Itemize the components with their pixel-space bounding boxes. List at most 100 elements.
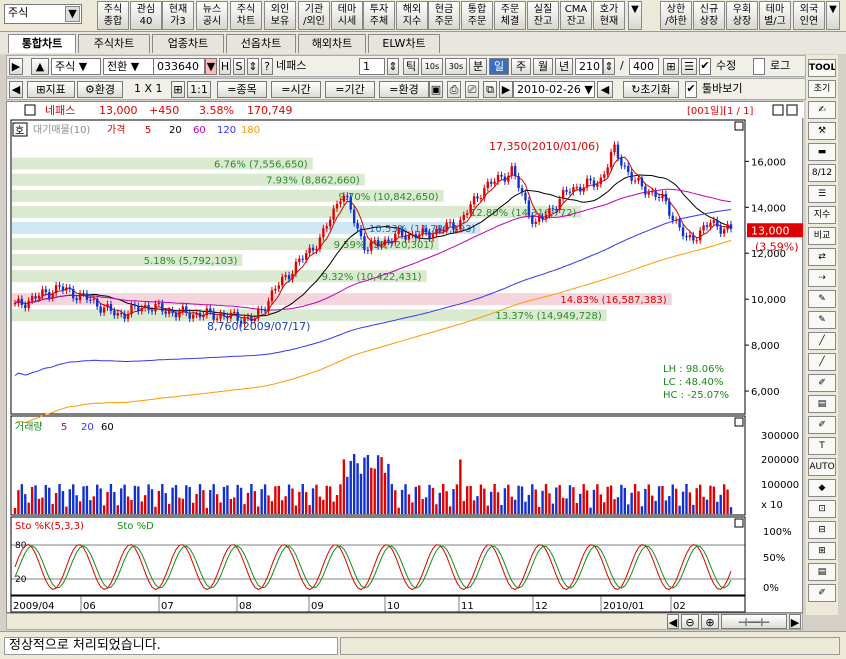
arrow-left-icon[interactable]: ◀ bbox=[9, 81, 23, 98]
right-tool-9[interactable]: ⇄ bbox=[808, 248, 836, 266]
unit-button-6[interactable]: 월 bbox=[533, 58, 553, 75]
top-button-3[interactable]: 뉴스 공시 bbox=[196, 1, 228, 30]
print-icon[interactable]: ⎙ bbox=[447, 81, 461, 98]
right-tool-11[interactable]: ✎ bbox=[808, 290, 836, 308]
count-spin-icon[interactable]: ⇕ bbox=[387, 58, 399, 75]
toolbar-checkbox[interactable]: ✔ bbox=[685, 81, 697, 98]
play-icon[interactable]: ▶ bbox=[499, 81, 513, 98]
scroll-right-icon[interactable]: ▶ bbox=[789, 614, 801, 629]
top-button-10[interactable]: 현금 주문 bbox=[428, 1, 460, 30]
right-tool-4[interactable]: ▬ bbox=[808, 143, 836, 161]
right-tool-23[interactable]: ⊞ bbox=[808, 542, 836, 560]
tab-0[interactable]: 통합차트 bbox=[8, 34, 76, 53]
tab-3[interactable]: 선옵차트 bbox=[226, 34, 296, 53]
prev-icon[interactable]: ◀ bbox=[597, 81, 613, 98]
tab-2[interactable]: 업종차트 bbox=[152, 34, 224, 53]
h-button[interactable]: H bbox=[219, 58, 231, 75]
right-tool-1[interactable]: 초기 bbox=[808, 80, 836, 98]
s-button[interactable]: S bbox=[233, 58, 245, 75]
right-tool-18[interactable]: T bbox=[808, 437, 836, 455]
right-tool-14[interactable]: ╱ bbox=[808, 353, 836, 371]
link-button-2[interactable]: =기간 bbox=[325, 81, 375, 98]
right-tool-8[interactable]: 비교 bbox=[808, 227, 836, 245]
zoom-out-icon[interactable]: ⊖ bbox=[681, 614, 699, 629]
unit-button-4[interactable]: 일 bbox=[489, 58, 509, 75]
right-tool-17[interactable]: ✐ bbox=[808, 416, 836, 434]
unit-button-1[interactable]: 10s bbox=[421, 58, 443, 75]
count-input[interactable]: 1 bbox=[359, 58, 385, 75]
top-button-2[interactable]: 현재 가3 bbox=[162, 1, 194, 30]
toolbar-more-icon[interactable]: ▼ bbox=[628, 1, 642, 30]
spin-icon[interactable]: ⇕ bbox=[247, 58, 259, 75]
top-button-20[interactable]: 외국 인연 bbox=[793, 1, 825, 30]
scroll-thumb[interactable]: ⊣──⊢ bbox=[721, 614, 787, 629]
copy-icon[interactable]: ⧉ bbox=[483, 81, 497, 98]
right-tool-20[interactable]: ◆ bbox=[808, 479, 836, 497]
link-button-0[interactable]: =종목 bbox=[217, 81, 267, 98]
right-tool-24[interactable]: ▤ bbox=[808, 563, 836, 581]
top-button-8[interactable]: 투자 주체 bbox=[363, 1, 395, 30]
right-tool-13[interactable]: ╱ bbox=[808, 332, 836, 350]
right-tool-5[interactable]: 8/12 bbox=[808, 164, 836, 182]
top-button-16[interactable]: 상한 /하한 bbox=[660, 1, 692, 30]
code-dropdown[interactable]: ▼ bbox=[205, 58, 217, 75]
right-tool-16[interactable]: ▤ bbox=[808, 395, 836, 413]
bars-spin-icon[interactable]: ⇕ bbox=[603, 58, 615, 75]
top-button-0[interactable]: 주식 종합 bbox=[97, 1, 129, 30]
right-tool-3[interactable]: ⚒ bbox=[808, 122, 836, 140]
tab-4[interactable]: 해외차트 bbox=[298, 34, 366, 53]
ratio-button[interactable]: 1:1 bbox=[187, 81, 211, 98]
modify-checkbox[interactable]: ✔ bbox=[699, 58, 711, 75]
right-tool-0[interactable]: TOOL bbox=[808, 59, 836, 77]
top-button-6[interactable]: 기관 /외인 bbox=[298, 1, 330, 30]
top-button-4[interactable]: 주식 차트 bbox=[230, 1, 262, 30]
printer-icon[interactable]: ⎚ bbox=[465, 81, 479, 98]
top-button-9[interactable]: 해외 지수 bbox=[396, 1, 428, 30]
log-checkbox[interactable] bbox=[753, 58, 765, 75]
market-select[interactable]: 주식 ▼ bbox=[4, 4, 82, 24]
type-select[interactable]: 주식 ▼ bbox=[51, 58, 101, 75]
right-tool-22[interactable]: ⊟ bbox=[808, 521, 836, 539]
unit-button-3[interactable]: 분 bbox=[469, 58, 487, 75]
reset-button[interactable]: ↻초기화 bbox=[623, 81, 679, 98]
right-tool-15[interactable]: ✐ bbox=[808, 374, 836, 392]
right-tool-25[interactable]: ✐ bbox=[808, 584, 836, 602]
right-tool-12[interactable]: ✎ bbox=[808, 311, 836, 329]
chart-area[interactable]: 네패스 13,000 +450 3.58% 170,749 [001일][1 / 1] 호 대… bbox=[6, 101, 804, 613]
save-icon[interactable]: ▣ bbox=[429, 81, 443, 98]
link-button-3[interactable]: =환경 bbox=[379, 81, 429, 98]
toolbar-more-right-icon[interactable]: ▼ bbox=[826, 1, 840, 30]
top-button-17[interactable]: 신규 상장 bbox=[693, 1, 725, 30]
top-button-19[interactable]: 테마 별/그 bbox=[759, 1, 791, 30]
total-input[interactable]: 400 bbox=[629, 58, 659, 75]
top-button-11[interactable]: 통합 주문 bbox=[461, 1, 493, 30]
grid-icon[interactable]: ⊞ bbox=[171, 81, 185, 98]
mode-select[interactable]: 전환 ▼ bbox=[103, 58, 159, 75]
unit-button-2[interactable]: 30s bbox=[445, 58, 467, 75]
unit-button-7[interactable]: 년 bbox=[555, 58, 573, 75]
date-select[interactable]: 2010-02-26 ▼ bbox=[513, 81, 595, 98]
code-input[interactable]: 033640 bbox=[153, 58, 205, 75]
list-icon[interactable]: ☰ bbox=[681, 58, 697, 75]
scroll-left-icon[interactable]: ◀ bbox=[667, 614, 679, 629]
indicator-button[interactable]: ⊞지표 bbox=[27, 81, 75, 98]
top-button-7[interactable]: 테마 시세 bbox=[331, 1, 363, 30]
help-button[interactable]: ? bbox=[261, 58, 273, 75]
arrow-right-icon[interactable]: ▶ bbox=[9, 58, 23, 75]
right-tool-21[interactable]: ⊡ bbox=[808, 500, 836, 518]
top-button-12[interactable]: 주문 체결 bbox=[494, 1, 526, 30]
top-button-13[interactable]: 실질 잔고 bbox=[527, 1, 559, 30]
zoom-in-icon[interactable]: ⊕ bbox=[701, 614, 719, 629]
link-button-1[interactable]: =시간 bbox=[271, 81, 321, 98]
right-tool-6[interactable]: ☰ bbox=[808, 185, 836, 203]
tab-5[interactable]: ELW차트 bbox=[368, 34, 440, 53]
top-button-15[interactable]: 호가 현재 bbox=[593, 1, 625, 30]
right-tool-10[interactable]: ⇢ bbox=[808, 269, 836, 287]
top-button-18[interactable]: 우회 상장 bbox=[726, 1, 758, 30]
up-arrow-button[interactable]: ▲ bbox=[31, 58, 49, 75]
top-button-5[interactable]: 외인 보유 bbox=[264, 1, 296, 30]
chart-scrollbar[interactable]: ◀ ⊖ ⊕ ⊣──⊢ ▶ bbox=[6, 613, 803, 630]
env-button[interactable]: ⚙환경 bbox=[77, 81, 123, 98]
top-button-1[interactable]: 관심 40 bbox=[130, 1, 162, 30]
unit-button-5[interactable]: 주 bbox=[511, 58, 531, 75]
